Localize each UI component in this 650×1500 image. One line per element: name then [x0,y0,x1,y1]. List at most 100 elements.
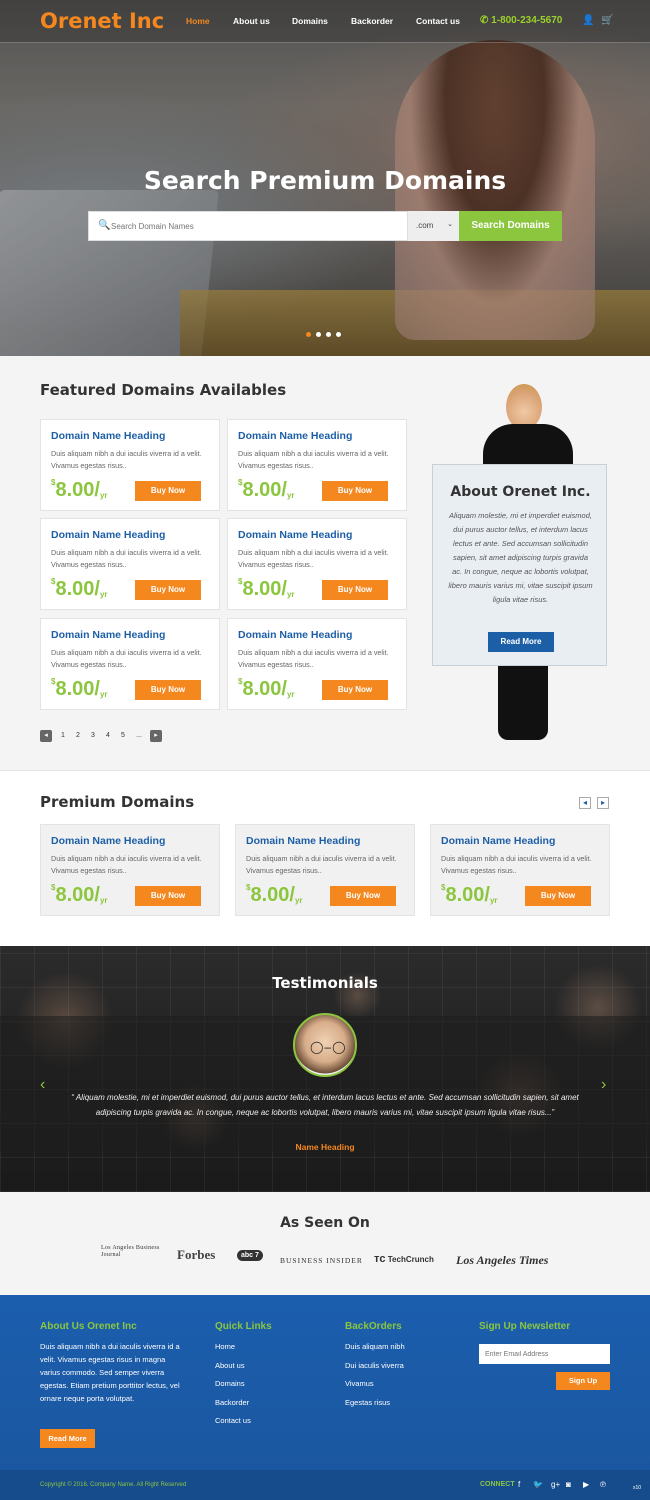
buy-now-button[interactable]: Buy Now [135,680,201,700]
tld-select[interactable]: .com ⌄ [408,211,459,241]
nav-contact[interactable]: Contact us [416,16,460,26]
domain-desc: Duis aliquam nibh a dui iaculis viverra … [238,648,389,669]
domain-heading[interactable]: Domain Name Heading [238,529,352,541]
domain-price: $8.00/yr [51,577,108,601]
signup-button[interactable]: Sign Up [556,1372,610,1390]
search-domains-button[interactable]: Search Domains [459,211,562,241]
domain-desc: Duis aliquam nibh a dui iaculis viverra … [238,449,389,470]
nav-domains[interactable]: Domains [292,16,328,26]
domain-price: $8.00/yr [441,883,498,907]
nav-about[interactable]: About us [233,16,270,26]
nav-backorder[interactable]: Backorder [351,16,393,26]
domain-price: $8.00/yr [51,883,108,907]
youtube-icon[interactable]: ▶ [583,1480,589,1489]
user-icon[interactable]: 👤 [582,15,594,26]
google-plus-icon[interactable]: g+ [551,1480,560,1489]
domain-price: $8.00/yr [51,677,108,701]
hero-title: Search Premium Domains [143,166,507,195]
slider-dot[interactable] [336,332,341,337]
domain-card: Domain Name Heading Duis aliquam nibh a … [227,419,407,511]
buy-now-button[interactable]: Buy Now [322,481,388,501]
buy-now-button[interactable]: Buy Now [525,886,591,906]
domain-price: $8.00/yr [246,883,303,907]
prev-page-icon[interactable]: ◂ [40,730,52,742]
buy-now-button[interactable]: Buy Now [135,886,201,906]
price-unit: yr [99,491,108,500]
twitter-icon[interactable]: 🐦 [533,1480,543,1489]
premium-next-icon[interactable]: ▸ [597,797,609,809]
slider-dot[interactable] [306,332,311,337]
page-2[interactable]: 2 [72,730,84,742]
quick-links-list: Home About us Domains Backorder Contact … [215,1342,251,1435]
buy-now-button[interactable]: Buy Now [135,481,201,501]
backorder-link[interactable]: Duis aliquam nibh [345,1342,405,1361]
buy-now-button[interactable]: Buy Now [135,580,201,600]
logo[interactable]: Orenet Inc [40,9,164,33]
testimonials-section: Testimonials ◯‒◯ ‹ › “ Aliquam molestie,… [0,946,650,1192]
facebook-icon[interactable]: f [518,1480,520,1489]
price-unit: yr [286,690,295,699]
domain-heading[interactable]: Domain Name Heading [51,529,165,541]
buy-now-button[interactable]: Buy Now [322,680,388,700]
about-read-more-button[interactable]: Read More [488,632,554,652]
domain-heading[interactable]: Domain Name Heading [51,430,165,442]
domain-desc: Duis aliquam nibh a dui iaculis viverra … [51,548,202,569]
quick-link-about[interactable]: About us [215,1361,251,1380]
price-value: 8.00/ [55,884,100,906]
page-4[interactable]: 4 [102,730,114,742]
phone-number[interactable]: ✆ 1-800-234-5670 [480,15,562,26]
buy-now-button[interactable]: Buy Now [330,886,396,906]
backorder-link[interactable]: Dui iaculis viverra [345,1361,405,1380]
domain-desc: Duis aliquam nibh a dui iaculis viverra … [441,854,592,875]
domain-heading[interactable]: Domain Name Heading [51,835,165,847]
domain-heading[interactable]: Domain Name Heading [238,629,352,641]
as-seen-on-title: As Seen On [280,1215,370,1231]
backorder-link[interactable]: Egestas risus [345,1398,405,1417]
nav-home[interactable]: Home [186,16,210,26]
domain-card: Domain Name Heading Duis aliquam nibh a … [40,518,220,610]
backorder-link[interactable]: Vivamus [345,1379,405,1398]
premium-card: Domain Name Heading Duis aliquam nibh a … [40,824,220,916]
instagram-icon[interactable]: ◙ [566,1480,571,1489]
slider-dot[interactable] [326,332,331,337]
page-3[interactable]: 3 [87,730,99,742]
domain-card: Domain Name Heading Duis aliquam nibh a … [227,618,407,710]
footer-bottom-bar: Copyright © 2016. Company Name. All Righ… [0,1470,650,1500]
domain-heading[interactable]: Domain Name Heading [238,430,352,442]
domain-heading[interactable]: Domain Name Heading [51,629,165,641]
price-value: 8.00/ [242,479,287,501]
pinterest-icon[interactable]: ℗ [600,1480,606,1489]
newsletter-email-input[interactable] [479,1344,610,1364]
quick-link-contact[interactable]: Contact us [215,1416,251,1435]
premium-prev-icon[interactable]: ◂ [579,797,591,809]
testimonial-prev-icon[interactable]: ‹ [40,1076,45,1094]
domain-heading[interactable]: Domain Name Heading [246,835,360,847]
next-page-icon[interactable]: ▸ [150,730,162,742]
slider-dot[interactable] [316,332,321,337]
cart-icon[interactable]: 🛒 [601,15,613,26]
testimonial-next-icon[interactable]: › [601,1076,606,1094]
domain-card: Domain Name Heading Duis aliquam nibh a … [40,419,220,511]
quick-links-title: Quick Links [215,1321,272,1332]
newsletter-title: Sign Up Newsletter [479,1321,571,1332]
top-nav: Orenet Inc Home About us Domains Backord… [0,0,650,43]
domain-search-input[interactable] [111,212,401,240]
price-value: 8.00/ [55,479,100,501]
hero-section: Orenet Inc Home About us Domains Backord… [0,0,650,356]
domain-heading[interactable]: Domain Name Heading [441,835,555,847]
techcrunch-logo: ᴛᴄ TechCrunch [374,1253,434,1265]
quick-link-backorder[interactable]: Backorder [215,1398,251,1417]
la-business-journal-logo: Los Angeles Business Journal [101,1245,160,1258]
page-5[interactable]: 5 [117,730,129,742]
domain-desc: Duis aliquam nibh a dui iaculis viverra … [238,548,389,569]
price-value: 8.00/ [55,678,100,700]
about-title: About Orenet Inc. [450,484,591,500]
buy-now-button[interactable]: Buy Now [322,580,388,600]
page-1[interactable]: 1 [57,730,69,742]
backorders-list: Duis aliquam nibh Dui iaculis viverra Vi… [345,1342,405,1416]
footer-read-more-button[interactable]: Read More [40,1429,95,1448]
quick-link-domains[interactable]: Domains [215,1379,251,1398]
forbes-logo: Forbes [177,1247,216,1262]
quick-link-home[interactable]: Home [215,1342,251,1361]
price-value: 8.00/ [242,678,287,700]
